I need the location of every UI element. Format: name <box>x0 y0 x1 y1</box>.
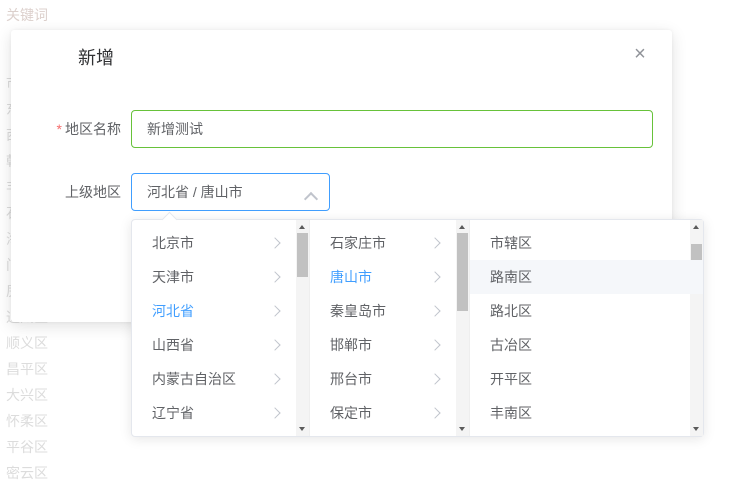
cascader-option[interactable]: 邢台市 <box>310 362 469 396</box>
cascader-column-2: 石家庄市唐山市秦皇岛市邯郸市邢台市保定市 <box>310 220 470 436</box>
cascader-option-label: 河北省 <box>152 303 194 319</box>
background-list-item: 昌平区 <box>6 359 48 379</box>
cascader-column-3: 市辖区路南区路北区古冶区开平区丰南区 <box>470 220 703 436</box>
region-name-label: *地区名称 <box>11 110 131 148</box>
cascader-option[interactable]: 唐山市 <box>310 260 469 294</box>
chevron-right-icon <box>269 305 280 316</box>
chevron-right-icon <box>429 271 440 282</box>
cascader-dropdown-panel: 北京市天津市河北省山西省内蒙古自治区辽宁省 石家庄市唐山市秦皇岛市邯郸市邢台市保… <box>131 219 704 437</box>
dialog-title: 新增 <box>78 46 114 70</box>
chevron-right-icon <box>429 237 440 248</box>
cascader-option-label: 北京市 <box>152 235 194 251</box>
region-name-label-text: 地区名称 <box>65 121 121 137</box>
chevron-right-icon <box>269 407 280 418</box>
cascader-option-label: 石家庄市 <box>330 235 386 251</box>
cascader-option[interactable]: 辽宁省 <box>132 396 309 430</box>
chevron-right-icon <box>429 339 440 350</box>
background-list-item: 平谷区 <box>6 437 48 457</box>
chevron-right-icon <box>429 373 440 384</box>
background-list-item: 顺义区 <box>6 333 48 353</box>
cascader-column-1: 北京市天津市河北省山西省内蒙古自治区辽宁省 <box>132 220 310 436</box>
cascader-option-label: 路南区 <box>490 269 532 285</box>
cascader-option[interactable]: 内蒙古自治区 <box>132 362 309 396</box>
background-list-item: 密云区 <box>6 463 48 483</box>
cascader-option[interactable]: 市辖区 <box>470 226 703 260</box>
cascader-option-label: 山西省 <box>152 337 194 353</box>
cascader-option-label: 路北区 <box>490 303 532 319</box>
cascader-option[interactable]: 山西省 <box>132 328 309 362</box>
background-list-item: 怀柔区 <box>6 411 48 431</box>
cascader-option[interactable]: 秦皇岛市 <box>310 294 469 328</box>
chevron-right-icon <box>269 237 280 248</box>
cascader-option-label: 辽宁省 <box>152 405 194 421</box>
cascader-option[interactable]: 北京市 <box>132 226 309 260</box>
cascader-option[interactable]: 开平区 <box>470 362 703 396</box>
parent-region-label-text: 上级地区 <box>65 184 121 200</box>
region-name-input[interactable] <box>131 110 653 148</box>
background-list-item: 大兴区 <box>6 385 48 405</box>
cascader-option[interactable]: 古冶区 <box>470 328 703 362</box>
cascader-option[interactable]: 河北省 <box>132 294 309 328</box>
cascader-option[interactable]: 丰南区 <box>470 396 703 430</box>
chevron-right-icon <box>429 305 440 316</box>
cascader-option-label: 秦皇岛市 <box>330 303 386 319</box>
parent-region-label: 上级地区 <box>11 173 131 211</box>
required-asterisk: * <box>57 121 62 137</box>
cascader-option-label: 唐山市 <box>330 269 372 285</box>
cascader-option-label: 市辖区 <box>490 235 532 251</box>
chevron-right-icon <box>429 407 440 418</box>
cascader-option-label: 丰南区 <box>490 405 532 421</box>
cascader-option-label: 邢台市 <box>330 371 372 387</box>
cascader-option-label: 保定市 <box>330 405 372 421</box>
cascader-option[interactable]: 石家庄市 <box>310 226 469 260</box>
background-search-placeholder: 关键词 <box>6 5 48 25</box>
chevron-right-icon <box>269 373 280 384</box>
cascader-option-label: 内蒙古自治区 <box>152 371 236 387</box>
cascader-option-label: 天津市 <box>152 269 194 285</box>
cascader-option[interactable]: 路南区 <box>470 260 703 294</box>
chevron-right-icon <box>269 339 280 350</box>
cascader-option[interactable]: 路北区 <box>470 294 703 328</box>
close-icon[interactable]: × <box>630 44 650 64</box>
cascader-option-label: 邯郸市 <box>330 337 372 353</box>
parent-region-cascader-input[interactable] <box>131 173 330 211</box>
cascader-option-label: 开平区 <box>490 371 532 387</box>
cascader-option[interactable]: 天津市 <box>132 260 309 294</box>
cascader-option[interactable]: 邯郸市 <box>310 328 469 362</box>
cascader-option-label: 古冶区 <box>490 337 532 353</box>
chevron-right-icon <box>269 271 280 282</box>
cascader-option[interactable]: 保定市 <box>310 396 469 430</box>
